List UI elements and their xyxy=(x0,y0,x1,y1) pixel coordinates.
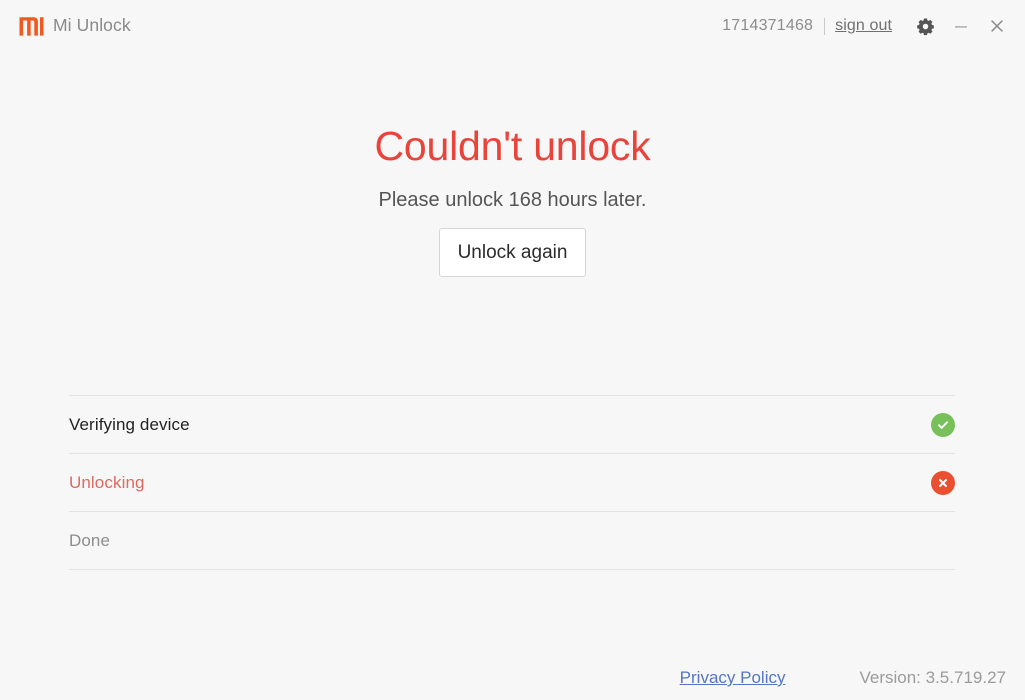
step-row-verifying-device: Verifying device xyxy=(69,395,955,453)
footer-bar: Privacy Policy Version: 3.5.719.27 xyxy=(0,656,1025,700)
title-bar: Mi Unlock 1714371468 sign out xyxy=(0,0,1025,52)
step-row-done: Done xyxy=(69,511,955,570)
gear-icon[interactable] xyxy=(914,15,936,37)
sign-out-link[interactable]: sign out xyxy=(835,17,892,35)
version-label: Version: 3.5.719.27 xyxy=(859,668,1006,688)
status-badge xyxy=(931,471,955,495)
minimize-icon[interactable] xyxy=(950,15,972,37)
page-subtitle: Please unlock 168 hours later. xyxy=(0,188,1025,212)
mi-logo-icon xyxy=(19,16,44,37)
status-badge xyxy=(931,529,955,553)
page-title: Couldn't unlock xyxy=(0,124,1025,169)
account-id: 1714371468 xyxy=(722,17,813,35)
close-icon[interactable] xyxy=(986,15,1008,37)
step-label: Done xyxy=(69,531,110,551)
progress-step-list: Verifying device Unlocking Done xyxy=(69,395,955,570)
window-buttons xyxy=(914,15,1008,37)
title-bar-controls: 1714371468 sign out xyxy=(722,15,1008,37)
privacy-policy-link[interactable]: Privacy Policy xyxy=(680,668,786,688)
app-brand: Mi Unlock xyxy=(19,16,131,37)
unlock-again-button[interactable]: Unlock again xyxy=(439,228,587,277)
retry-button-container: Unlock again xyxy=(0,228,1025,277)
check-circle-icon xyxy=(931,413,955,437)
step-row-unlocking: Unlocking xyxy=(69,453,955,511)
error-circle-icon xyxy=(931,471,955,495)
app-title: Mi Unlock xyxy=(53,17,131,35)
divider xyxy=(824,18,825,35)
status-badge xyxy=(931,413,955,437)
step-label: Unlocking xyxy=(69,473,145,493)
step-label: Verifying device xyxy=(69,415,190,435)
